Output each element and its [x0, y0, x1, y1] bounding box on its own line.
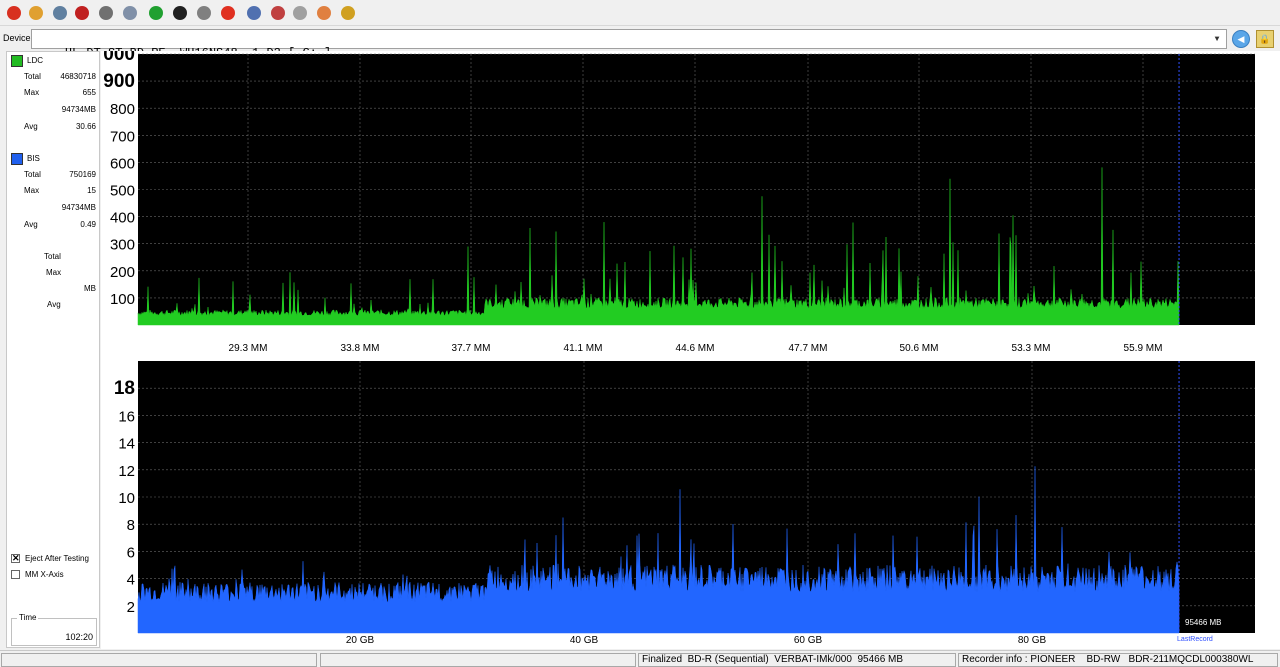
info-icon[interactable]: [244, 3, 264, 23]
x-tick-label: 80 GB: [1018, 635, 1047, 646]
chart-icon[interactable]: [338, 3, 358, 23]
status-message: [320, 653, 636, 667]
x-tick-label: 53.3 MM: [1012, 343, 1051, 354]
y-tick-label: 8: [127, 517, 135, 534]
ldc-avg-value: 30.66: [75, 122, 96, 131]
disc-red-icon[interactable]: [72, 3, 92, 23]
chevron-down-icon[interactable]: ▼: [1211, 33, 1223, 47]
ldc-avg-label: Avg: [24, 122, 38, 131]
device-label: Device:: [3, 33, 34, 43]
globe-icon[interactable]: [170, 3, 190, 23]
y-tick-label: 500: [110, 183, 135, 200]
eject-label: Eject After Testing: [25, 554, 89, 563]
status-bar: Finalized BD-R (Sequential) VERBAT-IMk/0…: [0, 650, 1280, 667]
ldc-total-value: 46830718: [60, 72, 96, 81]
y-tick-label: 100: [110, 291, 135, 308]
mm-xaxis-label: MM X-Axis: [25, 570, 64, 579]
y-tick-label: 400: [110, 210, 135, 227]
bis-max-value: 15: [87, 186, 96, 195]
ldc-color-swatch: [11, 55, 23, 67]
edit-icon[interactable]: [194, 3, 214, 23]
refresh-icon[interactable]: [146, 3, 166, 23]
status-progress: [1, 653, 317, 667]
ldc-total-label: Total: [24, 72, 41, 81]
third-max-label: Max: [46, 268, 62, 277]
time-label: Time: [17, 613, 39, 622]
toolbar: [0, 0, 1280, 26]
x-tick-label: 47.7 MM: [789, 343, 828, 354]
ldc-max-value: 655: [82, 88, 96, 97]
charts-svg: 100 200 300 400 500 600 700 800 900 000 29.3 MM 33.…: [103, 44, 1255, 646]
y-tick-label: 700: [110, 128, 135, 145]
ldc-label: LDC: [27, 56, 44, 65]
bis-avg-value: 0.49: [80, 220, 96, 229]
x-tick-label: 20 GB: [346, 635, 375, 646]
y-tick-label: 800: [110, 101, 135, 118]
x-tick-label: 55.9 MM: [1124, 343, 1163, 354]
y-tick-label: 14: [118, 436, 135, 453]
time-group: Time 102:20: [11, 613, 97, 646]
y-tick-label: 12: [118, 463, 135, 480]
ldc-max-label: Max: [24, 88, 40, 97]
device-row: Device: HL-DT-ST BD-RE WH16NS48 1.D3 [ G…: [0, 27, 1280, 60]
chart-area: 100 200 300 400 500 600 700 800 900 000 29.3 MM 33.…: [101, 44, 1280, 649]
x-tick-label: 41.1 MM: [564, 343, 603, 354]
y-tick-label: 10: [118, 490, 135, 507]
third-mb-label: MB: [84, 284, 96, 293]
y-tick-label: 16: [118, 408, 135, 425]
disc-gray-icon[interactable]: [96, 3, 116, 23]
eraser-icon[interactable]: [268, 3, 288, 23]
power-icon[interactable]: [4, 3, 24, 23]
bis-avg-label: Avg: [24, 220, 38, 229]
lock-icon[interactable]: 🔒: [1256, 30, 1274, 48]
device-select[interactable]: HL-DT-ST BD-RE WH16NS48 1.D3 [ G: ] ▼: [31, 29, 1227, 60]
palette-icon[interactable]: [314, 3, 334, 23]
x-tick-label: 40 GB: [570, 635, 599, 646]
y-tick-label: 6: [127, 544, 135, 561]
copy-icon[interactable]: [120, 3, 140, 23]
status-recorder-info: Recorder info : PIONEER BD-RW BDR-211MQC…: [958, 653, 1278, 667]
ldc-max-position: 94734MB: [61, 105, 96, 114]
stop-icon[interactable]: [218, 3, 238, 23]
x-tick-label: 29.3 MM: [229, 343, 268, 354]
bis-total-label: Total: [24, 170, 41, 179]
end-size-label: 95466 MB: [1185, 618, 1221, 627]
y-tick-label: 4: [127, 572, 135, 589]
bis-total-value: 750169: [69, 170, 96, 179]
y-tick-label: 900: [103, 71, 135, 92]
mm-xaxis-checkbox[interactable]: [11, 570, 20, 579]
download-icon[interactable]: [290, 3, 310, 23]
bis-max-position: 94734MB: [61, 203, 96, 212]
x-tick-label: 60 GB: [794, 635, 823, 646]
y-tick-label: 2: [127, 599, 135, 616]
stats-panel: LDC Total 46830718 Max 655 94734MB Avg 3…: [6, 51, 100, 648]
y-tick-label: 600: [110, 155, 135, 172]
x-tick-label: 50.6 MM: [900, 343, 939, 354]
third-avg-label: Avg: [47, 300, 61, 309]
bis-color-swatch: [11, 153, 23, 165]
time-value: 102:20: [65, 632, 93, 642]
x-tick-label: 33.8 MM: [341, 343, 380, 354]
y-tick-label: 18: [114, 378, 135, 399]
bis-max-label: Max: [24, 186, 40, 195]
third-total-label: Total: [44, 252, 61, 261]
x-tick-label: 37.7 MM: [452, 343, 491, 354]
x-tick-label: 44.6 MM: [676, 343, 715, 354]
settings-icon[interactable]: [26, 3, 46, 23]
last-record-label: LastRecord: [1177, 636, 1213, 643]
eject-checkbox[interactable]: ✕: [11, 554, 20, 563]
bis-label: BIS: [27, 154, 40, 163]
drive-icon[interactable]: [50, 3, 70, 23]
eject-icon[interactable]: ◀: [1232, 30, 1250, 48]
y-tick-label: 000: [103, 51, 135, 65]
status-disc-info: Finalized BD-R (Sequential) VERBAT-IMk/0…: [638, 653, 956, 667]
y-tick-label: 300: [110, 237, 135, 254]
y-tick-label: 200: [110, 264, 135, 281]
